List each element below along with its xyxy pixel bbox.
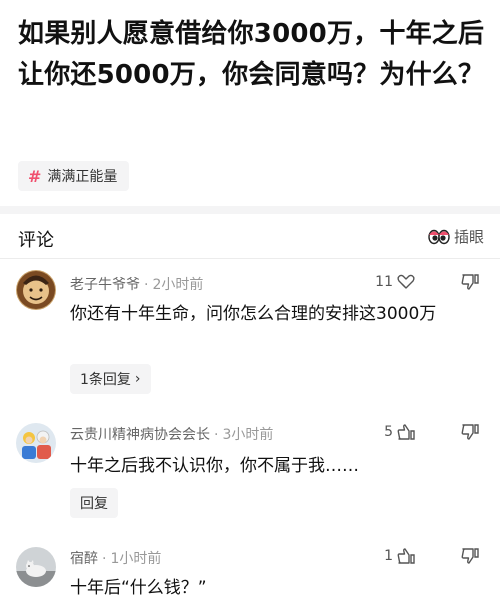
thumbs-up-icon	[397, 548, 415, 564]
comment-actions: 11	[375, 272, 480, 292]
bookmark-label: 插眼	[453, 228, 484, 246]
thumbs-down-icon[interactable]	[460, 272, 480, 292]
comment-meta: 云贵川精神病协会会长 · 3小时前	[70, 427, 274, 443]
like-count: 5	[384, 424, 393, 440]
avatar[interactable]	[16, 423, 56, 463]
like-count: 11	[375, 274, 393, 290]
section-divider	[0, 206, 500, 214]
view-replies-button[interactable]: 1条回复 ›	[70, 364, 151, 394]
comment-actions: 5	[384, 422, 480, 442]
header-separator	[0, 258, 500, 259]
comment-time: 2小时前	[152, 277, 204, 293]
comment-text: 十年之后我不认识你，你不属于我……	[70, 456, 359, 476]
thumbs-down-icon[interactable]	[460, 546, 480, 566]
like-button[interactable]: 5	[384, 422, 416, 442]
thumbs-up-icon	[397, 424, 415, 440]
comment-author[interactable]: 宿醉	[70, 551, 98, 567]
comment-time: 3小时前	[222, 427, 274, 443]
comments-title: 评论	[18, 230, 54, 251]
comment-author[interactable]: 云贵川精神病协会会长	[70, 427, 210, 443]
like-button[interactable]: 11	[375, 272, 416, 292]
comment-meta: 老子牛爷爷 · 2小时前	[70, 277, 204, 293]
comment-time: 1小时前	[110, 551, 162, 567]
bookmark-button[interactable]: 插眼	[428, 226, 484, 247]
reply-label: 回复	[80, 496, 108, 512]
question-title: 如果别人愿意借给你3000万，十年之后让你还5000万，你会同意吗？为什么？	[18, 19, 485, 90]
topic-tag[interactable]: # 满满正能量	[18, 161, 130, 191]
comments-header: 评论 插眼	[0, 214, 500, 258]
reply-label: 1条回复	[80, 372, 131, 388]
comment-text: 十年后“什么钱？”	[70, 578, 207, 598]
chevron-right-icon: ›	[134, 371, 141, 387]
avatar[interactable]	[16, 547, 56, 587]
hands-heart-icon	[397, 274, 415, 289]
topic-tag-label: 满满正能量	[47, 169, 118, 185]
eyes-icon	[428, 229, 450, 244]
reply-button[interactable]: 回复	[70, 488, 118, 518]
like-button[interactable]: 1	[384, 546, 416, 566]
comment-author[interactable]: 老子牛爷爷	[70, 277, 140, 293]
hash-icon: #	[28, 166, 42, 186]
like-count: 1	[384, 548, 393, 564]
comment-actions: 1	[384, 546, 480, 566]
comment-text: 你还有十年生命，问你怎么合理的安排这3000万	[70, 304, 437, 324]
thumbs-down-icon[interactable]	[460, 422, 480, 442]
avatar[interactable]	[16, 270, 56, 310]
comment-meta: 宿醉 · 1小时前	[70, 551, 162, 567]
